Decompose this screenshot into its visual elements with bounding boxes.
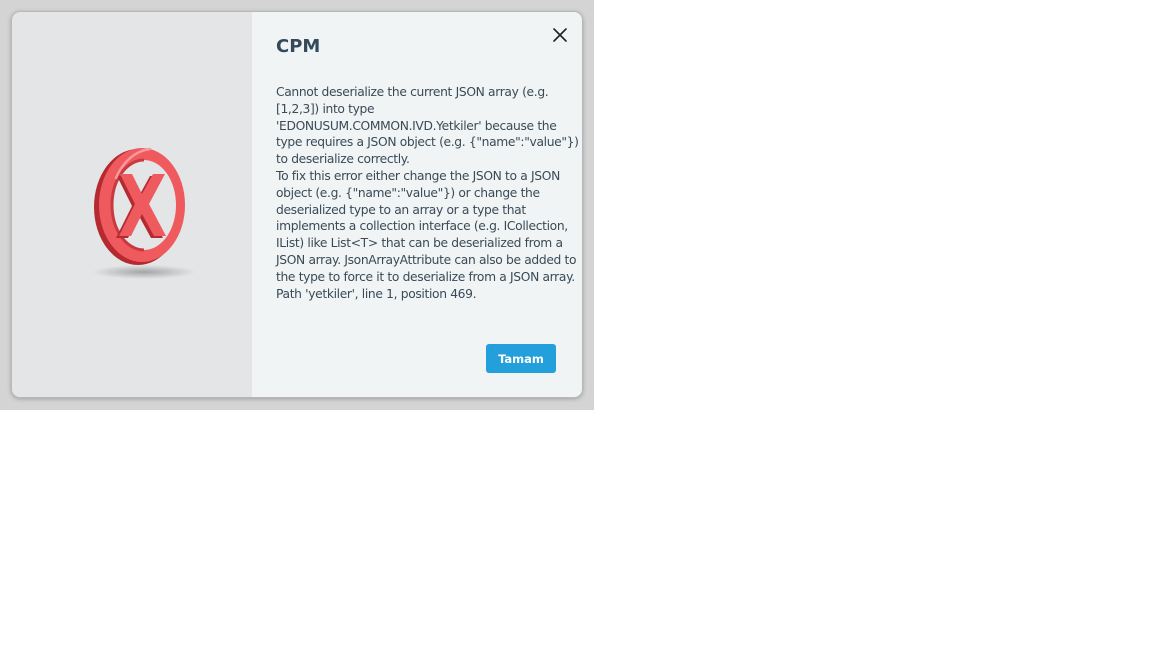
error-message-line: To fix this error either change the JSON…: [276, 168, 577, 284]
error-dialog: CPM Cannot deserialize the current JSON …: [11, 11, 583, 398]
dialog-content: CPM Cannot deserialize the current JSON …: [252, 12, 582, 397]
dialog-side-panel: [12, 12, 252, 397]
ok-button[interactable]: Tamam: [486, 344, 556, 373]
dialog-title: CPM: [276, 36, 321, 57]
error-message-line: Cannot deserialize the current JSON arra…: [276, 85, 579, 167]
close-button[interactable]: [551, 26, 569, 44]
error-message: Cannot deserialize the current JSON arra…: [276, 84, 582, 302]
error-x-circle-icon: [92, 147, 196, 279]
close-icon: [553, 28, 567, 42]
error-message-line: Path 'yetkiler', line 1, position 469.: [276, 286, 477, 301]
